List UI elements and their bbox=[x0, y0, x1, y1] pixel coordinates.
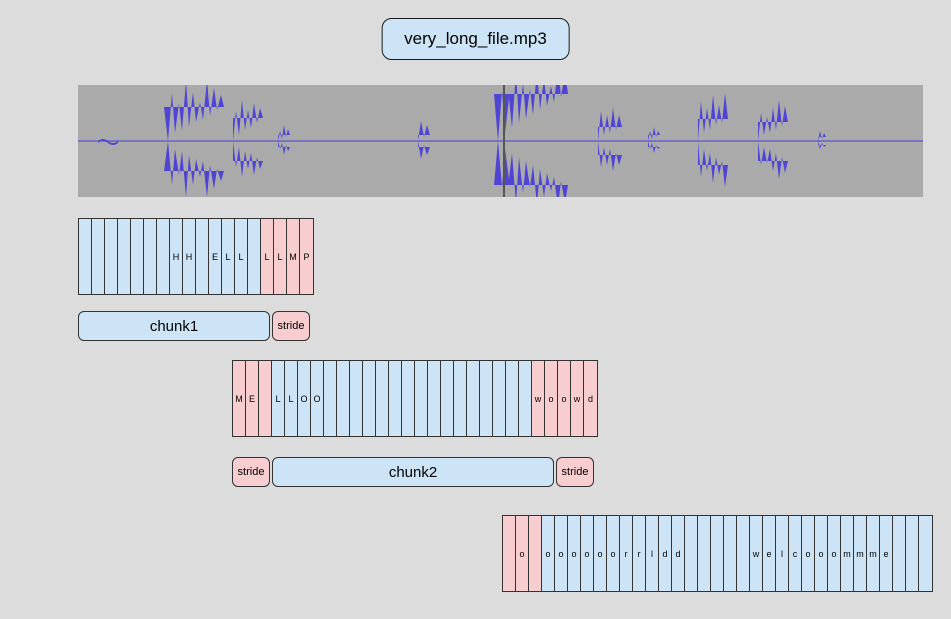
token-cell: w bbox=[532, 361, 545, 436]
token-cell: L bbox=[261, 219, 274, 294]
token-cell: d bbox=[672, 516, 685, 591]
token-cell bbox=[454, 361, 467, 436]
token-cell bbox=[324, 361, 337, 436]
token-cell: M bbox=[287, 219, 300, 294]
label-segment: stride bbox=[232, 457, 270, 487]
label-row-chunk2: stridechunk2stride bbox=[232, 457, 594, 487]
token-cell bbox=[79, 219, 92, 294]
token-cell: m bbox=[841, 516, 854, 591]
token-cell: w bbox=[571, 361, 584, 436]
token-cell bbox=[467, 361, 480, 436]
token-cell: r bbox=[620, 516, 633, 591]
token-cell: l bbox=[646, 516, 659, 591]
token-cell: o bbox=[594, 516, 607, 591]
token-cell bbox=[724, 516, 737, 591]
token-cell bbox=[685, 516, 698, 591]
token-cell: o bbox=[828, 516, 841, 591]
token-cell: o bbox=[815, 516, 828, 591]
waveform-container bbox=[78, 85, 923, 197]
token-cell bbox=[350, 361, 363, 436]
token-cell bbox=[415, 361, 428, 436]
token-cell: o bbox=[568, 516, 581, 591]
token-cell bbox=[493, 361, 506, 436]
token-cell: L bbox=[222, 219, 235, 294]
token-cell: m bbox=[854, 516, 867, 591]
token-row-chunk3: ooooooorrlddwelcooommme bbox=[502, 515, 933, 592]
token-cell bbox=[376, 361, 389, 436]
token-cell: P bbox=[300, 219, 313, 294]
token-cell bbox=[529, 516, 542, 591]
token-cell bbox=[519, 361, 532, 436]
token-cell bbox=[480, 361, 493, 436]
token-cell bbox=[144, 219, 157, 294]
token-cell: r bbox=[633, 516, 646, 591]
token-cell bbox=[131, 219, 144, 294]
token-cell bbox=[248, 219, 261, 294]
token-cell bbox=[157, 219, 170, 294]
filename-text: very_long_file.mp3 bbox=[404, 29, 547, 48]
token-cell: M bbox=[233, 361, 246, 436]
token-cell: L bbox=[272, 361, 285, 436]
token-cell: o bbox=[516, 516, 529, 591]
token-cell: L bbox=[235, 219, 248, 294]
token-cell bbox=[737, 516, 750, 591]
token-cell bbox=[363, 361, 376, 436]
token-cell bbox=[105, 219, 118, 294]
label-row-chunk1: chunk1stride bbox=[78, 311, 310, 341]
token-cell: d bbox=[584, 361, 597, 436]
token-cell: d bbox=[659, 516, 672, 591]
token-cell: L bbox=[285, 361, 298, 436]
filename-badge: very_long_file.mp3 bbox=[381, 18, 570, 60]
token-cell bbox=[118, 219, 131, 294]
token-cell: e bbox=[880, 516, 893, 591]
token-cell: o bbox=[802, 516, 815, 591]
token-cell: o bbox=[581, 516, 594, 591]
token-cell: E bbox=[246, 361, 259, 436]
token-cell bbox=[389, 361, 402, 436]
token-cell bbox=[698, 516, 711, 591]
token-cell bbox=[503, 516, 516, 591]
token-cell bbox=[441, 361, 454, 436]
token-cell: H bbox=[183, 219, 196, 294]
label-segment: chunk1 bbox=[78, 311, 270, 341]
token-row-chunk1: HHELLLLMP bbox=[78, 218, 314, 295]
token-cell bbox=[259, 361, 272, 436]
token-cell: o bbox=[558, 361, 571, 436]
token-cell: L bbox=[274, 219, 287, 294]
token-cell: o bbox=[545, 361, 558, 436]
waveform-splitter bbox=[503, 85, 505, 197]
token-cell bbox=[906, 516, 919, 591]
token-cell bbox=[506, 361, 519, 436]
token-cell: H bbox=[170, 219, 183, 294]
token-cell: o bbox=[555, 516, 568, 591]
label-segment: chunk2 bbox=[272, 457, 554, 487]
token-row-chunk2: MELLOOwoowd bbox=[232, 360, 598, 437]
token-cell: O bbox=[298, 361, 311, 436]
token-cell: o bbox=[542, 516, 555, 591]
token-cell: O bbox=[311, 361, 324, 436]
token-cell bbox=[337, 361, 350, 436]
token-cell: c bbox=[789, 516, 802, 591]
token-cell bbox=[402, 361, 415, 436]
label-segment: stride bbox=[556, 457, 594, 487]
token-cell bbox=[893, 516, 906, 591]
token-cell: m bbox=[867, 516, 880, 591]
token-cell: E bbox=[209, 219, 222, 294]
token-cell bbox=[711, 516, 724, 591]
waveform-svg bbox=[78, 85, 923, 197]
token-cell: w bbox=[750, 516, 763, 591]
token-cell bbox=[92, 219, 105, 294]
token-cell: e bbox=[763, 516, 776, 591]
token-cell bbox=[428, 361, 441, 436]
token-cell: o bbox=[607, 516, 620, 591]
token-cell: l bbox=[776, 516, 789, 591]
token-cell bbox=[919, 516, 932, 591]
label-segment: stride bbox=[272, 311, 310, 341]
token-cell bbox=[196, 219, 209, 294]
